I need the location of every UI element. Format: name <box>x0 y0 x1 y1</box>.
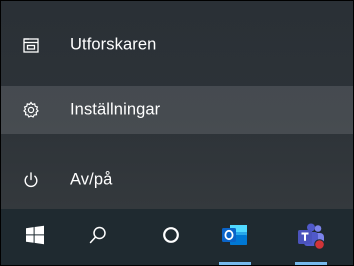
file-explorer-icon <box>21 35 41 55</box>
running-indicator <box>219 262 251 265</box>
start-button[interactable] <box>1 209 69 265</box>
search-button[interactable] <box>69 209 127 265</box>
menu-item-power[interactable]: Av/på <box>1 156 353 204</box>
cortana-icon <box>161 225 181 250</box>
start-menu: Utforskaren Inställningar Av/på <box>1 1 353 209</box>
outlook-taskbar-button[interactable] <box>207 209 263 265</box>
outlook-icon <box>221 222 249 253</box>
windows-start-icon <box>25 225 45 250</box>
teams-icon <box>296 223 326 251</box>
menu-item-settings[interactable]: Inställningar <box>1 86 353 134</box>
power-icon <box>21 170 41 190</box>
running-indicator <box>295 262 327 265</box>
cortana-button[interactable] <box>141 209 201 265</box>
menu-item-label: Inställningar <box>70 100 161 119</box>
taskbar <box>1 209 353 265</box>
teams-taskbar-button[interactable] <box>285 209 337 265</box>
menu-item-label: Utforskaren <box>70 35 157 54</box>
search-icon <box>88 225 108 250</box>
gear-icon <box>21 100 41 120</box>
screenshot-frame: Utforskaren Inställningar Av/på <box>0 0 354 266</box>
menu-item-label: Av/på <box>70 170 113 189</box>
menu-item-file-explorer[interactable]: Utforskaren <box>1 21 353 69</box>
